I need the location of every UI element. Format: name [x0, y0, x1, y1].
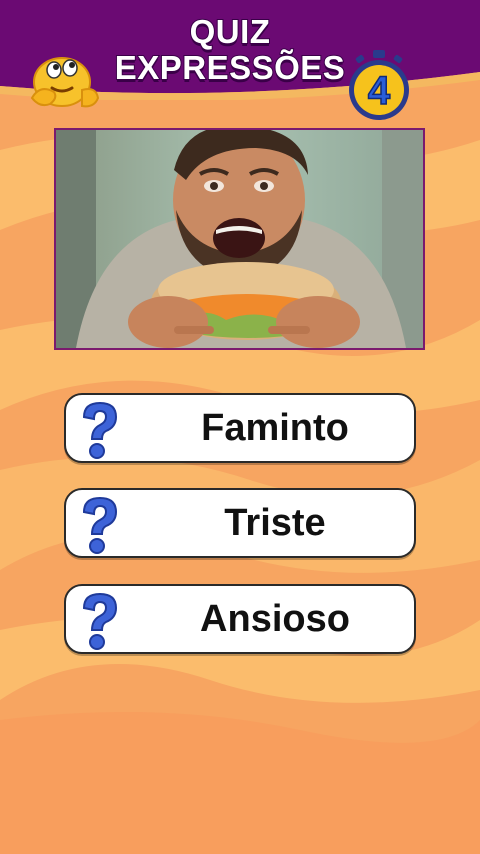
answer-option-label: Triste: [224, 501, 326, 544]
question-mark-icon: [82, 592, 118, 650]
timer-value: 4: [368, 69, 391, 113]
question-mark-icon: [82, 401, 118, 459]
answer-option-triste[interactable]: Triste: [64, 488, 416, 558]
answer-option-label: Faminto: [201, 406, 349, 449]
question-mark-icon: [82, 496, 118, 554]
answer-option-ansioso[interactable]: Ansioso: [64, 584, 416, 654]
man-eating-sandwich-photo: [56, 130, 423, 348]
app-title: QUIZ EXPRESSÕES: [100, 13, 360, 87]
thinking-face-emoji-icon: [30, 57, 100, 108]
stopwatch-icon: 4: [349, 50, 409, 120]
quiz-screen: QUIZ EXPRESSÕES 4 Faminto Triste Ansioso: [0, 0, 480, 854]
answer-option-label: Ansioso: [200, 597, 350, 640]
title-line-1: QUIZ: [189, 13, 271, 51]
title-line-2: EXPRESSÕES: [114, 49, 346, 87]
question-image: [54, 128, 425, 350]
answer-option-faminto[interactable]: Faminto: [64, 393, 416, 463]
